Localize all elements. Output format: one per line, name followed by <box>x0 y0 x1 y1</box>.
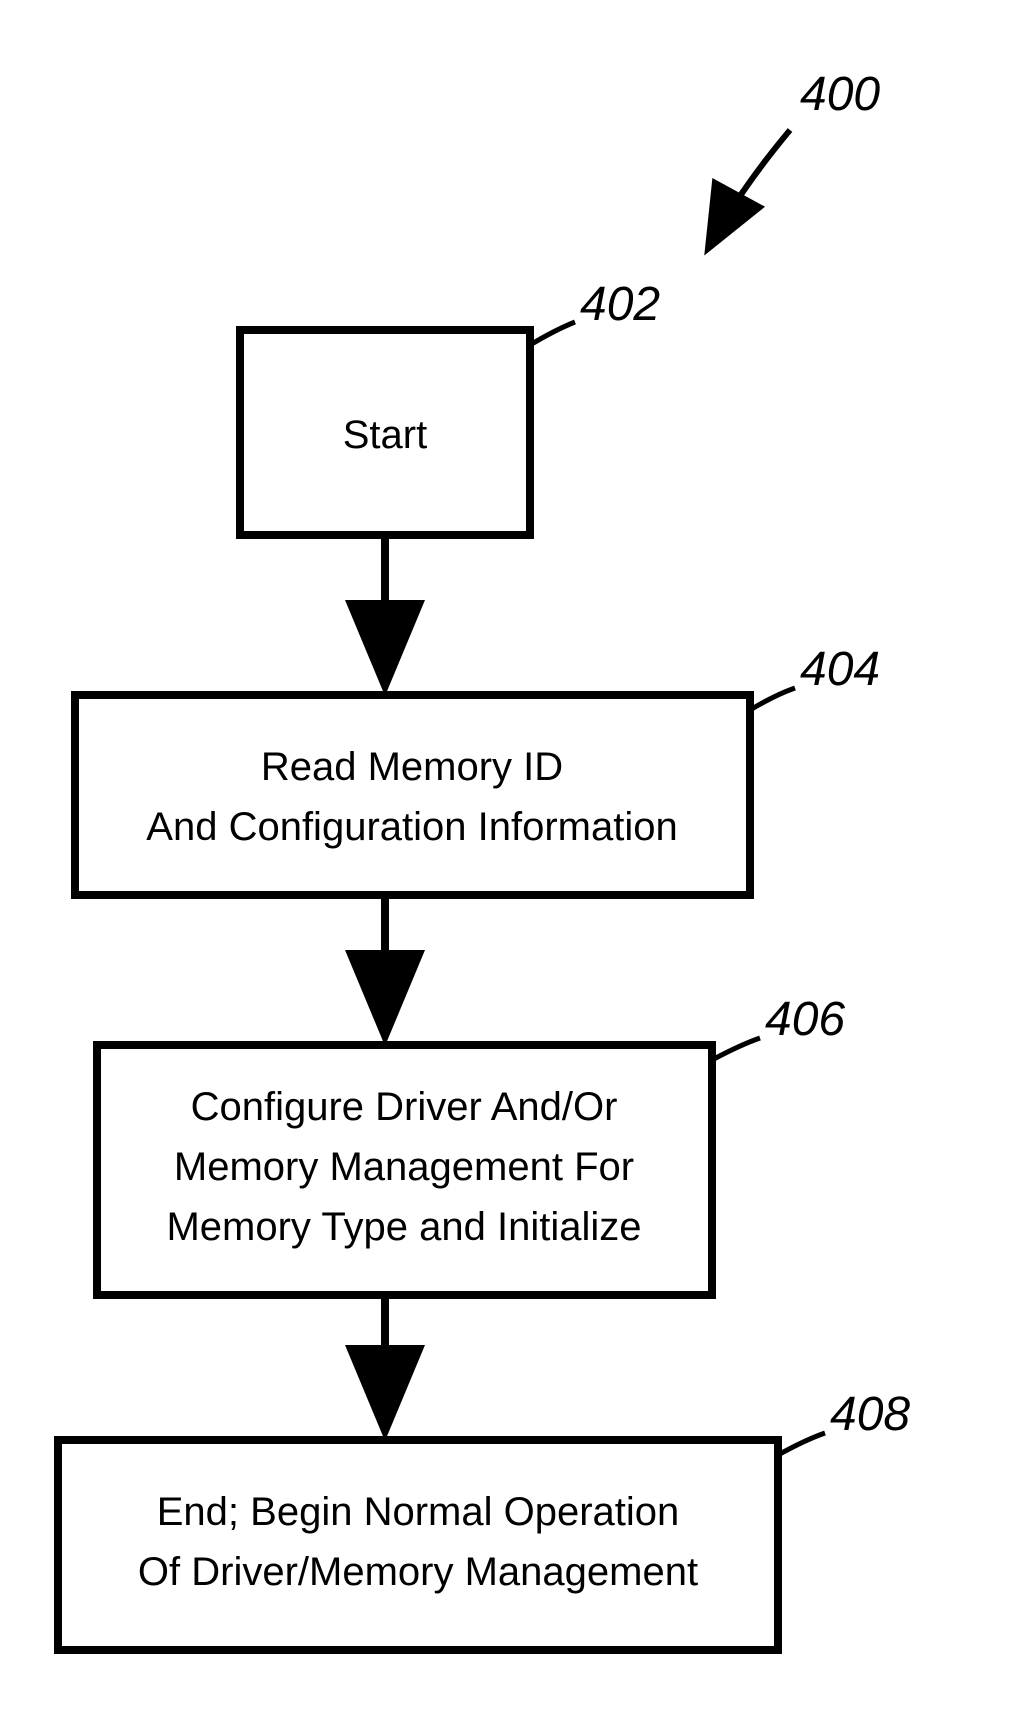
end-line2: Of Driver/Memory Management <box>138 1550 698 1594</box>
end-line1: End; Begin Normal Operation <box>157 1490 680 1534</box>
node-config: Configure Driver And/Or Memory Managemen… <box>97 993 845 1295</box>
read-line2: And Configuration Information <box>146 805 677 849</box>
config-line1: Configure Driver And/Or <box>191 1085 618 1129</box>
pointer-arrow <box>710 130 790 245</box>
label-400: 400 <box>800 68 880 121</box>
label-406: 406 <box>765 993 845 1046</box>
node-end: End; Begin Normal Operation Of Driver/Me… <box>58 1388 910 1650</box>
read-line1: Read Memory ID <box>261 745 563 789</box>
flowchart-diagram: 400 Start 402 Read Memory ID And Configu… <box>0 0 1020 1713</box>
node-start: Start 402 <box>240 278 660 535</box>
config-line3: Memory Type and Initialize <box>166 1205 641 1249</box>
config-line2: Memory Management For <box>174 1145 634 1189</box>
leader-402 <box>530 322 575 345</box>
leader-408 <box>778 1433 825 1455</box>
node-read: Read Memory ID And Configuration Informa… <box>75 643 880 895</box>
label-402: 402 <box>580 278 660 331</box>
label-404: 404 <box>800 643 880 696</box>
start-text: Start <box>343 413 427 457</box>
leader-404 <box>750 688 795 710</box>
label-408: 408 <box>830 1388 910 1441</box>
diagram-title-label: 400 <box>710 68 880 245</box>
leader-406 <box>712 1038 760 1060</box>
